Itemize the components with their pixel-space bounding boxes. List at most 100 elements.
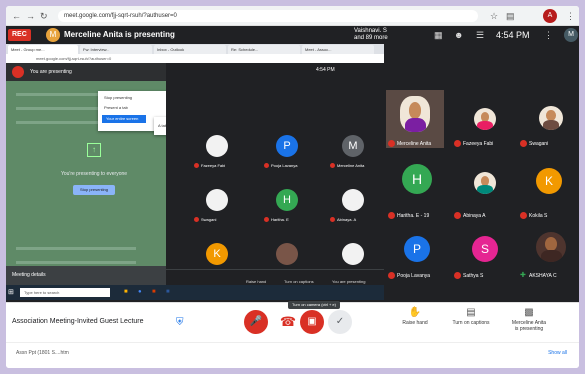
presenting-button[interactable]: ▩ Merceline Anita is presenting <box>504 307 554 332</box>
inner-top-bar: 4:54 PM <box>166 63 384 77</box>
more-options-icon[interactable]: ⋮ <box>544 30 553 41</box>
present-screen-icon: ↑ <box>87 143 101 157</box>
presenting-label-2: is presenting <box>514 326 544 332</box>
reload-icon[interactable]: ↻ <box>40 11 48 22</box>
windows-taskbar: ⊞ Type here to search ■ ● ■ ■ <box>6 285 384 300</box>
inner-tab: Fw: Interview.. <box>80 45 152 54</box>
inner-tab: Re: Schedule... <box>228 45 300 54</box>
inner-tile: P Pooja Lavanya <box>256 135 316 175</box>
camera-tooltip: Turn on camera (ctrl + e) <box>288 301 340 309</box>
meeting-stage: Meet - Group me... Fw: Interview.. Inbox… <box>6 44 579 302</box>
taskbar-ppt-icon: ■ <box>152 289 156 295</box>
layout-icon[interactable]: ▦ <box>434 30 443 41</box>
mic-off-icon <box>330 217 335 223</box>
participant-avatar: K <box>536 168 562 194</box>
captions-button[interactable]: ▤ Turn on captions <box>446 307 496 326</box>
presenting-header-text: You are presenting <box>30 69 72 75</box>
mic-off-icon <box>520 212 527 219</box>
profile-avatar[interactable]: A <box>543 9 557 23</box>
raise-hand-button[interactable]: ✋ Raise hand <box>390 307 440 326</box>
taskbar-search: Type here to search <box>20 288 110 297</box>
address-bar[interactable]: meet.google.com/fjj-sqrt-rsuh/?authuser=… <box>58 10 478 22</box>
taskbar-folder-icon: ■ <box>124 289 128 295</box>
menu-item-stop[interactable]: Stop presenting <box>104 95 132 100</box>
inner-presenting: You are presenting <box>332 279 366 284</box>
meet-top-bar: REC M Merceline Anita is presenting Vais… <box>6 26 579 44</box>
presenting-card: ↑ You're presenting to everyone Stop pre… <box>44 143 144 233</box>
download-item[interactable]: Assn Ppt (1801 S....htm <box>16 350 69 356</box>
inner-address-bar: meet.google.com/fjj-sqrt-rsuh/?authuser=… <box>6 54 384 63</box>
screenshot-frame: ← → ↻ meet.google.com/fjj-sqrt-rsuh/?aut… <box>6 6 579 368</box>
windows-start-icon: ⊞ <box>8 289 14 296</box>
inner-clock: 4:54 PM <box>316 67 335 73</box>
hang-up-icon: ☎ <box>279 314 297 329</box>
shield-icon[interactable]: ⛨ <box>176 317 184 328</box>
inner-avatar <box>342 243 364 265</box>
mic-off-icon <box>264 163 269 169</box>
participant-name: Sathya S <box>454 272 483 279</box>
download-bar: Assn Ppt (1801 S....htm Show all <box>6 342 579 368</box>
back-icon[interactable]: ← <box>12 11 21 21</box>
inner-tile: Abinaya. A <box>322 189 382 229</box>
show-all-link[interactable]: Show all <box>548 350 567 356</box>
taskbar-word-icon: ■ <box>166 289 170 295</box>
mic-off-icon <box>330 163 335 169</box>
menu-icon[interactable]: ⋮ <box>566 11 575 22</box>
leave-call-button[interactable]: ☎ <box>276 310 300 334</box>
inner-tile: M Merceline Anita <box>322 135 382 175</box>
extensions-icon[interactable]: ▤ <box>506 11 515 22</box>
viewer-summary[interactable]: Vaishnavi. S and 89 more <box>354 28 388 42</box>
presenter-avatar: M <box>46 28 60 42</box>
camera-off-icon: ▣ <box>307 316 317 327</box>
captions-label: Turn on captions <box>452 320 490 326</box>
participant-avatar: S <box>472 236 498 262</box>
mic-off-icon <box>454 212 461 219</box>
inner-avatar <box>206 135 228 157</box>
inner-meet-grid: 4:54 PM Fazeeya Fabi P Pooja Lavanya M M… <box>166 63 384 285</box>
participant-photo <box>474 172 496 194</box>
participant-name: Merceline Anita <box>388 140 431 147</box>
confirm-button[interactable]: ✓ <box>328 310 352 334</box>
people-icon[interactable]: ☻ <box>454 30 463 40</box>
viewer-name: Vaishnavi. S <box>354 28 387 34</box>
check-icon: ✓ <box>335 316 345 327</box>
inner-tile: Swagani <box>186 189 246 229</box>
participant-name: Pooja Lavanya <box>388 272 430 279</box>
participant-photo <box>536 232 566 262</box>
mic-toggle-button[interactable]: 🎤 <box>244 310 268 334</box>
camera-toggle-button[interactable]: ▣ <box>300 310 324 334</box>
inner-avatar: M <box>342 135 364 157</box>
clock: 4:54 PM <box>496 30 530 40</box>
participant-photo <box>474 108 496 130</box>
mic-off-icon <box>194 217 199 223</box>
inner-avatar <box>206 189 228 211</box>
participant-grid: Merceline Anita Fazeeya Fabi Swagani H H… <box>384 44 579 302</box>
chat-icon[interactable]: ☰ <box>476 30 484 41</box>
present-icon: ▩ <box>524 307 534 318</box>
hand-icon: ✋ <box>408 307 422 318</box>
inner-control-bar: Raise hand Turn on captions You are pres… <box>166 269 384 285</box>
viewer-more: and 89 more <box>354 35 388 41</box>
inner-captions: Turn on captions <box>284 279 314 284</box>
mic-off-icon <box>264 217 269 223</box>
inner-name: Abinaya. A <box>337 217 357 222</box>
forward-icon[interactable]: → <box>26 11 35 21</box>
presenter-title: Merceline Anita is presenting <box>64 30 175 39</box>
inner-raise-hand: Raise hand <box>246 279 267 284</box>
inner-avatar <box>276 243 298 265</box>
presenting-card-title: You're presenting to everyone <box>60 171 128 177</box>
list-row <box>16 261 136 264</box>
mic-off-icon <box>194 163 199 169</box>
presenting-panel: You are presenting ↑ You're presenting t… <box>6 63 194 285</box>
inner-name: Fazeeya Fabi <box>201 163 226 168</box>
inner-bottom-left: Meeting details <box>6 266 166 285</box>
inner-avatar: H <box>276 189 298 211</box>
mic-off-icon <box>454 140 461 147</box>
menu-item-tab[interactable]: Present a tab <box>104 105 128 110</box>
star-icon[interactable]: ☆ <box>490 11 498 22</box>
mic-off-icon: 🎤 <box>249 316 263 327</box>
self-avatar: M <box>564 28 578 42</box>
stop-presenting-button[interactable]: Stop presenting <box>73 185 115 195</box>
menu-item-screen[interactable]: Your entire screen <box>102 115 146 123</box>
inner-tab-strip: Meet - Group me... Fw: Interview.. Inbox… <box>6 44 384 54</box>
